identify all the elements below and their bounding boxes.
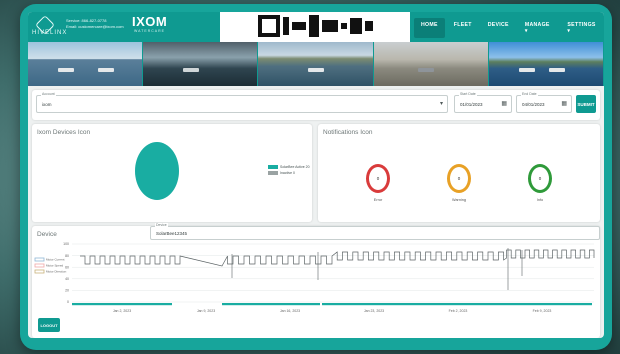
banner-photo [488, 42, 604, 86]
logout-button[interactable]: LOGOUT [38, 318, 60, 332]
banner-photo [143, 42, 259, 86]
main-nav: HOME FLEET DEVICE MANAGE ▾ SETTINGS ▾ [414, 18, 604, 38]
x-tick-label: Feb 2, 2023 [449, 309, 468, 313]
account-select[interactable]: Account ixom ▾ [36, 92, 448, 113]
error-count: 0 [376, 176, 380, 181]
error-ring[interactable]: 0 [366, 164, 390, 193]
y-tick-label: 0 [67, 300, 69, 304]
device-select-value: SolarBee12345 [156, 231, 188, 236]
end-date-label: End Date [521, 92, 538, 96]
legend-swatch [34, 257, 45, 262]
warning-ring[interactable]: 0 [447, 164, 471, 193]
device-select[interactable]: Device SolarBee12345 [150, 223, 600, 240]
legend-label: Inactive 0 [280, 171, 295, 175]
photo-banner [28, 42, 604, 86]
filter-bar: Account ixom ▾ Start Date 01/01/2023 ▦ E… [32, 90, 600, 120]
legend-swatch [34, 263, 45, 268]
nav-home[interactable]: HOME [414, 18, 445, 38]
legend-item[interactable]: Inactive 0 [268, 170, 310, 176]
y-tick-label: 100 [63, 242, 69, 246]
product-subtitle: WATERCARE [134, 29, 165, 33]
service-email: Email: customercare@ixom.com [66, 24, 124, 29]
notifications-panel: Notifications Icon 0 Error 0 Warning 0 I… [318, 124, 600, 222]
submit-button[interactable]: SUBMIT [576, 95, 596, 113]
nav-settings[interactable]: SETTINGS ▾ [560, 18, 604, 38]
timeline-bar [322, 303, 592, 306]
x-tick-label: Jan 16, 2023 [280, 309, 300, 313]
start-date-label: Start Date [459, 92, 477, 96]
warning-count: 0 [457, 176, 461, 181]
nav-fleet[interactable]: FLEET [447, 18, 479, 38]
end-date-value: 04/01/2023 [522, 102, 545, 107]
y-tick-label: 80 [65, 254, 69, 258]
x-tick-label: Jan 2, 2023 [113, 309, 131, 313]
info-ring[interactable]: 0 [528, 164, 552, 193]
calendar-icon[interactable]: ▦ [561, 101, 567, 108]
legend-label: Motor Current [46, 258, 65, 262]
start-date-field[interactable]: Start Date 01/01/2023 ▦ [454, 92, 512, 113]
timeline-bar [72, 303, 172, 306]
y-tick-label: 40 [65, 277, 69, 281]
devices-legend: SolarBee Active 20 Inactive 0 [268, 164, 310, 176]
banner-photo [373, 42, 489, 86]
series-line [80, 249, 595, 267]
notifications-panel-title: Notifications Icon [323, 129, 373, 136]
legend-swatch [268, 165, 278, 169]
banner-photo [28, 42, 144, 86]
nav-manage[interactable]: MANAGE ▾ [518, 18, 559, 38]
devices-panel: Ixom Devices Icon SolarBee Active 20 Ina… [32, 124, 312, 222]
devices-pie-chart[interactable] [135, 142, 179, 200]
legend-swatch [34, 269, 45, 274]
banner-photo [258, 42, 374, 86]
chevron-down-icon: ▾ [439, 101, 443, 107]
account-select-label: Account [41, 92, 56, 96]
x-tick-label: Jan 9, 2023 [197, 309, 215, 313]
y-tick-label: 20 [65, 289, 69, 293]
app-screen: HIVELINX Service: 866-827-0778 Email: cu… [28, 12, 604, 338]
info-label: Info [536, 198, 544, 202]
calendar-icon[interactable]: ▦ [501, 101, 507, 108]
brand-name: HIVELINX [32, 30, 68, 36]
legend-swatch [268, 171, 278, 175]
header: HIVELINX Service: 866-827-0778 Email: cu… [28, 12, 604, 86]
end-date-field[interactable]: End Date 04/01/2023 ▦ [516, 92, 572, 113]
legend-label: Motor Speed [46, 264, 64, 268]
account-select-value: ixom [42, 102, 52, 107]
timeline-bar [222, 303, 320, 306]
device-chart[interactable]: 100806040200Jan 2, 2023 Jan 9, 2023 Jan 16… [32, 240, 600, 320]
warning-label: Warning [452, 198, 466, 202]
error-label: Error [373, 198, 383, 202]
contact-info: Service: 866-827-0778 Email: customercar… [66, 18, 124, 30]
device-panel: Device Device SolarBee12345 100 80 60 40 20 0… [32, 223, 600, 338]
info-count: 0 [538, 176, 542, 181]
product-logo: IXOM [132, 14, 168, 29]
device-select-label: Device [155, 223, 168, 227]
start-date-value: 01/01/2023 [460, 102, 483, 107]
nav-device[interactable]: DEVICE [481, 18, 516, 38]
device-panel-title: Device [37, 231, 57, 238]
devices-panel-title: Ixom Devices Icon [37, 129, 91, 136]
legend-label: Motor Direction [46, 270, 67, 274]
x-tick-label: Jan 23, 2023 [364, 309, 384, 313]
legend-label: SolarBee Active 20 [280, 165, 310, 169]
x-tick-label: Feb 9, 2023 [533, 309, 552, 313]
